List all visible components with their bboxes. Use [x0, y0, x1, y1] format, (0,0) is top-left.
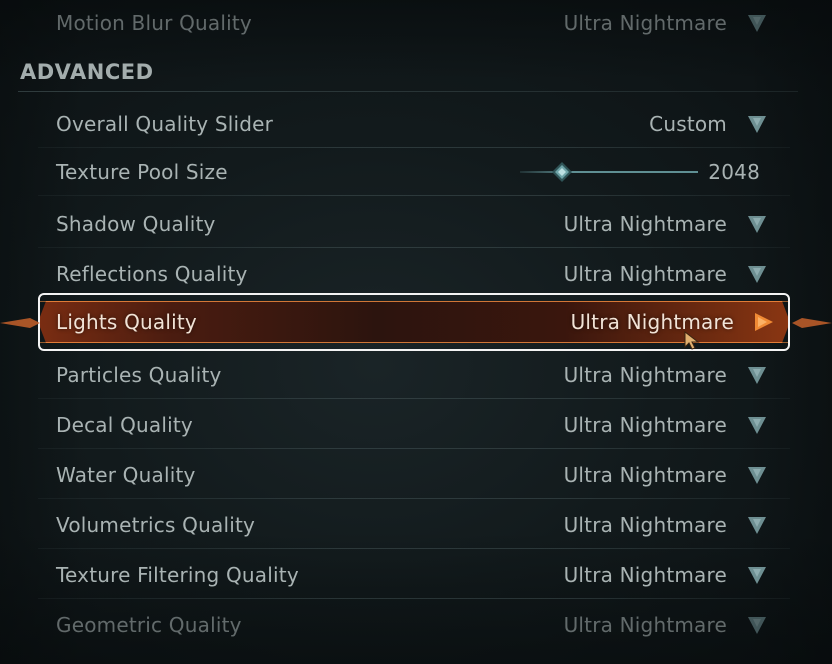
setting-label: Water Quality [56, 463, 196, 487]
setting-row-shadow-quality[interactable]: Shadow Quality Ultra Nightmare [38, 200, 790, 248]
setting-label: Texture Pool Size [56, 160, 228, 184]
setting-label: Volumetrics Quality [56, 513, 256, 537]
setting-label: Shadow Quality [56, 212, 216, 236]
setting-label: Geometric Quality [56, 613, 242, 637]
chevron-down-icon[interactable] [744, 462, 770, 488]
left-glint-icon [0, 318, 40, 328]
setting-value: Ultra Nightmare [563, 212, 727, 236]
setting-value: 2048 [708, 160, 760, 184]
row-divider [38, 548, 790, 549]
setting-row-texture-filtering-quality[interactable]: Texture Filtering Quality Ultra Nightmar… [38, 551, 790, 599]
row-divider [38, 598, 790, 599]
chevron-down-icon[interactable] [744, 10, 770, 36]
setting-row-texture-pool-size[interactable]: Texture Pool Size 2048 [38, 148, 790, 196]
setting-row-overall-quality[interactable]: Overall Quality Slider Custom [38, 100, 790, 148]
setting-row-lights-quality[interactable]: Lights Quality Ultra Nightmare [38, 293, 790, 351]
chevron-down-icon[interactable] [744, 562, 770, 588]
setting-row-decal-quality[interactable]: Decal Quality Ultra Nightmare [38, 401, 790, 449]
setting-value: Ultra Nightmare [563, 563, 727, 587]
chevron-down-icon[interactable] [744, 111, 770, 137]
setting-label: Decal Quality [56, 413, 193, 437]
chevron-down-icon[interactable] [744, 211, 770, 237]
section-title-advanced: ADVANCED [20, 60, 154, 84]
texture-pool-slider[interactable] [520, 162, 698, 182]
row-divider [38, 498, 790, 499]
slider-track [520, 171, 698, 173]
chevron-down-icon[interactable] [744, 412, 770, 438]
setting-row-motion-blur-quality[interactable]: Motion Blur Quality Ultra Nightmare [38, 0, 790, 46]
setting-value: Ultra Nightmare [563, 613, 727, 637]
setting-value: Ultra Nightmare [563, 463, 727, 487]
section-divider [18, 91, 798, 92]
chevron-down-icon[interactable] [744, 261, 770, 287]
setting-value: Ultra Nightmare [563, 413, 727, 437]
chevron-down-icon[interactable] [744, 612, 770, 638]
setting-label: Motion Blur Quality [56, 11, 252, 35]
diamond-icon[interactable] [552, 162, 572, 182]
setting-value: Ultra Nightmare [563, 262, 727, 286]
setting-label: Texture Filtering Quality [56, 563, 299, 587]
setting-row-particles-quality[interactable]: Particles Quality Ultra Nightmare [38, 351, 790, 399]
setting-label: Reflections Quality [56, 262, 248, 286]
focus-ring [38, 293, 790, 351]
setting-row-volumetrics-quality[interactable]: Volumetrics Quality Ultra Nightmare [38, 501, 790, 549]
right-glint-icon [792, 318, 832, 328]
setting-label: Particles Quality [56, 363, 222, 387]
setting-value: Ultra Nightmare [563, 363, 727, 387]
setting-row-reflections-quality[interactable]: Reflections Quality Ultra Nightmare [38, 250, 790, 298]
setting-value: Custom [649, 112, 727, 136]
mouse-pointer-icon [684, 331, 700, 350]
setting-label: Overall Quality Slider [56, 112, 274, 136]
row-divider [38, 247, 790, 248]
chevron-down-icon[interactable] [744, 512, 770, 538]
setting-row-geometric-quality[interactable]: Geometric Quality Ultra Nightmare [38, 601, 790, 649]
setting-row-water-quality[interactable]: Water Quality Ultra Nightmare [38, 451, 790, 499]
chevron-down-icon[interactable] [744, 362, 770, 388]
setting-value: Ultra Nightmare [563, 11, 727, 35]
row-divider [38, 195, 790, 196]
row-divider [38, 398, 790, 399]
setting-value: Ultra Nightmare [563, 513, 727, 537]
row-divider [38, 448, 790, 449]
